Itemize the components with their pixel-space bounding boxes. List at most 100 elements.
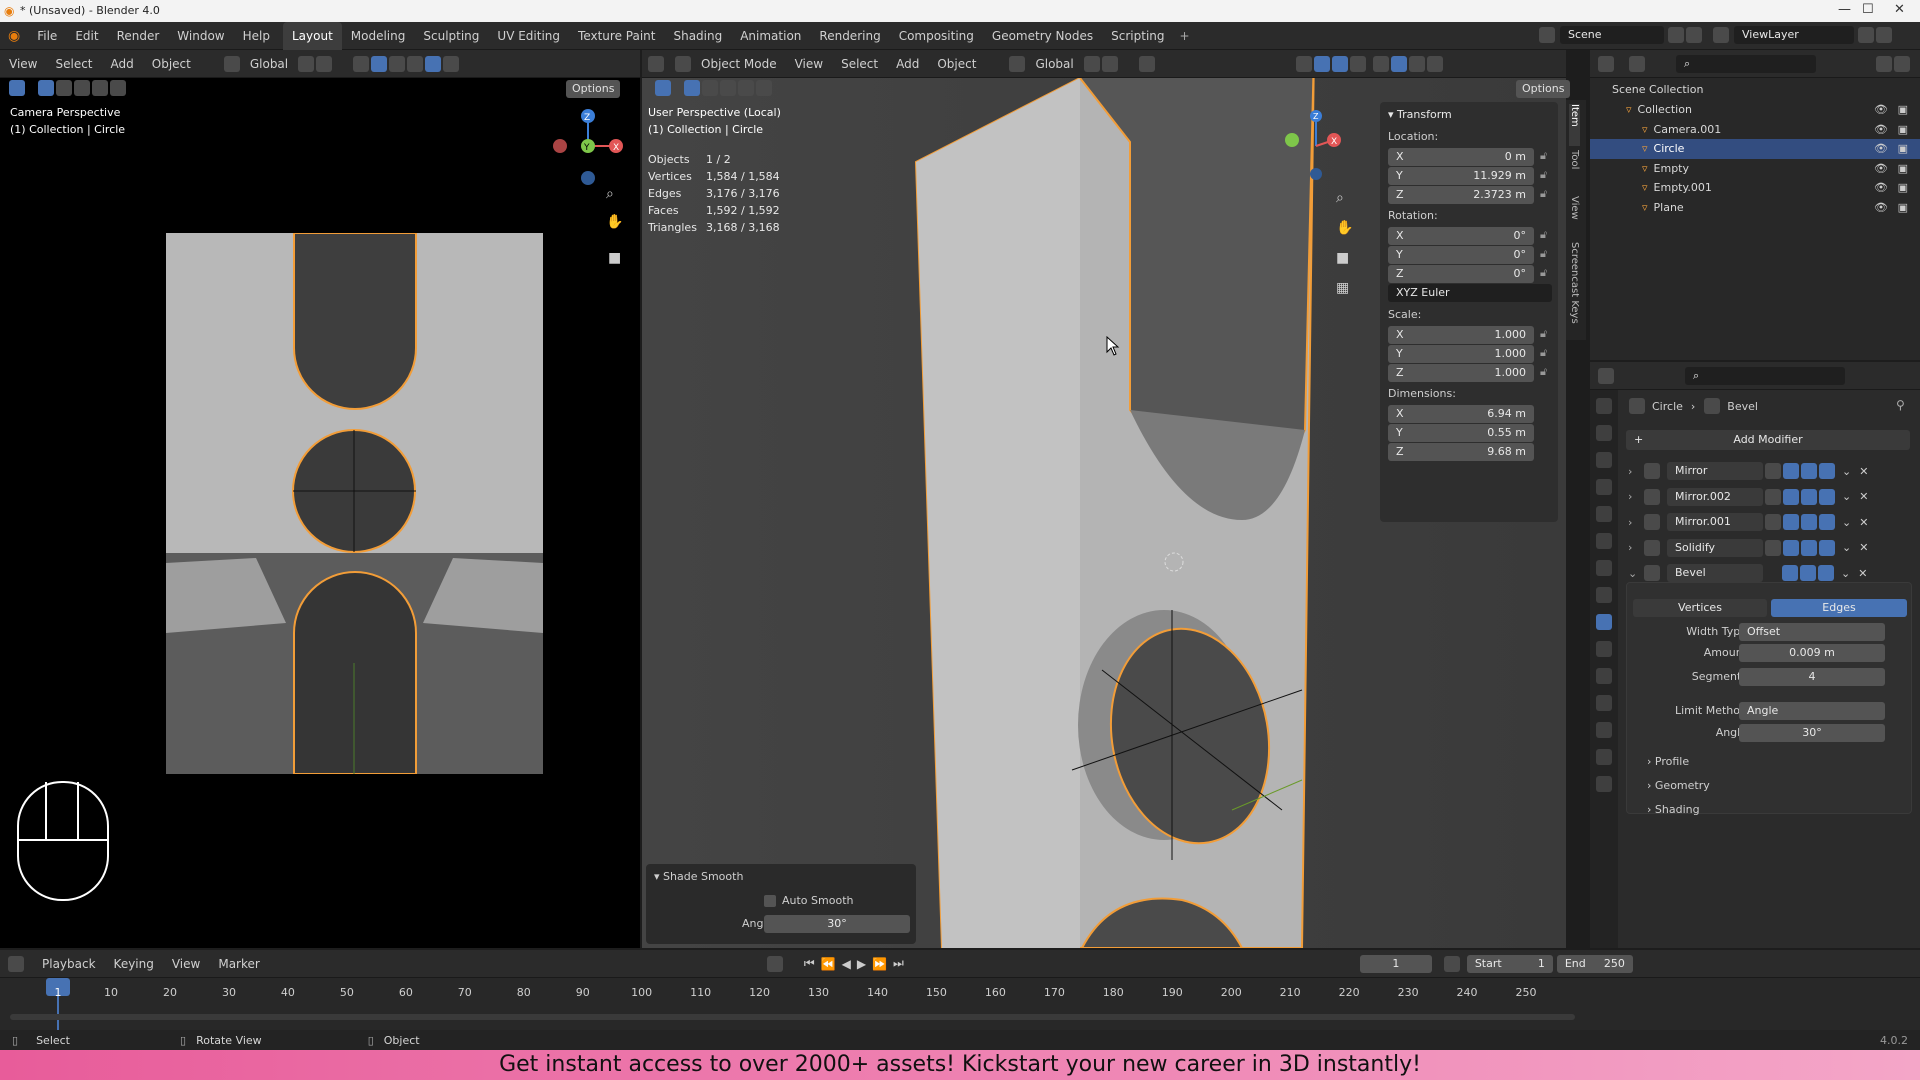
select-intersect-icon[interactable]: [110, 80, 126, 96]
snap-icon[interactable]: [316, 55, 333, 72]
jump-start-icon[interactable]: ⏮: [804, 956, 815, 971]
workspace-tab-modeling[interactable]: Modeling: [342, 22, 415, 50]
outliner-editor-icon[interactable]: [1598, 55, 1614, 72]
camera-menu-view[interactable]: View: [0, 50, 46, 78]
current-frame-field[interactable]: 1: [1359, 954, 1432, 973]
render-icon[interactable]: [1819, 488, 1835, 505]
zoom-view-icon[interactable]: ⌕: [1336, 190, 1356, 220]
modifier-menu-icon[interactable]: ⌄: [1841, 567, 1850, 580]
select-subtract-icon[interactable]: [74, 80, 90, 96]
camera-options-button[interactable]: Options: [566, 80, 621, 98]
orientation-dropdown[interactable]: Global: [241, 50, 297, 78]
modifier-menu-icon[interactable]: ⌄: [1842, 516, 1851, 529]
location-z-field[interactable]: Z 2.3723 m: [1388, 186, 1534, 204]
n-panel-tab-screencast-keys[interactable]: Screencast Keys: [1569, 242, 1580, 361]
ortho-toggle-icon[interactable]: ▦: [1336, 280, 1356, 310]
workspace-tab-scripting[interactable]: Scripting: [1102, 22, 1173, 50]
amount-field[interactable]: 0.009 m: [1739, 644, 1885, 662]
lock-icon[interactable]: 🔓︎: [1540, 247, 1547, 261]
lock-icon[interactable]: 🔓︎: [1540, 187, 1547, 201]
editor-type-icon[interactable]: [648, 55, 664, 72]
properties-editor-icon[interactable]: [1598, 367, 1614, 384]
location-x-field[interactable]: X 0 m: [1388, 148, 1534, 166]
viewport-menu-object[interactable]: Object: [928, 50, 985, 78]
new-view-layer-icon[interactable]: [1858, 27, 1874, 43]
eye-icon[interactable]: 👁︎: [1874, 178, 1888, 198]
render-properties-icon[interactable]: [1596, 425, 1612, 441]
close-icon[interactable]: ✕: [1894, 2, 1905, 17]
camera-render-icon[interactable]: ▣: [1898, 120, 1908, 140]
main-select-tool-icon[interactable]: [655, 80, 671, 96]
menu-window[interactable]: Window: [168, 22, 233, 50]
scale-z-field[interactable]: Z 1.000: [1388, 364, 1534, 382]
outliner-item-collection[interactable]: ▿ Collection 👁︎ ▣: [1590, 100, 1920, 120]
bevel-edges-tab[interactable]: Edges: [1771, 599, 1907, 617]
render-icon[interactable]: [1818, 565, 1834, 581]
viewport-menu-select[interactable]: Select: [832, 50, 887, 78]
collapse-icon[interactable]: ⌄: [1628, 567, 1642, 580]
navigation-gizmo[interactable]: Z X Y ⌕ ✋: [546, 106, 630, 236]
bevel-vertices-tab[interactable]: Vertices: [1633, 599, 1767, 617]
edit-mode-icon[interactable]: [1783, 539, 1799, 556]
edit-mode-icon[interactable]: [1783, 488, 1799, 505]
properties-search[interactable]: ⌕: [1685, 366, 1845, 385]
pivot-point-icon[interactable]: [1083, 55, 1100, 72]
maximize-icon[interactable]: ☐: [1862, 2, 1874, 17]
modifier-mirror-001[interactable]: › Mirror.001 ⌄ ✕: [1628, 511, 1910, 533]
data-properties-icon[interactable]: [1596, 722, 1612, 738]
camera-render-icon[interactable]: ▣: [1898, 159, 1908, 179]
world-properties-icon[interactable]: [1596, 533, 1612, 549]
edit-mode-icon[interactable]: [1783, 463, 1799, 479]
workspace-tab-texture-paint[interactable]: Texture Paint: [569, 22, 664, 50]
on-cage-icon[interactable]: [1765, 463, 1781, 479]
subpanel-shading[interactable]: › Shading: [1647, 803, 1700, 816]
new-collection-icon[interactable]: [1894, 55, 1910, 72]
add-modifier-button[interactable]: + Add Modifier: [1626, 430, 1910, 450]
realtime-icon[interactable]: [1801, 488, 1817, 505]
eye-icon[interactable]: 👁︎: [1874, 198, 1888, 218]
blender-menu-icon[interactable]: ◉: [0, 28, 28, 44]
remove-modifier-icon[interactable]: ✕: [1859, 490, 1868, 503]
on-cage-icon[interactable]: [1765, 488, 1781, 505]
render-icon[interactable]: [1819, 463, 1835, 479]
select-box-icon[interactable]: [38, 80, 54, 96]
lock-icon[interactable]: 🔓︎: [1540, 168, 1547, 182]
filter-icon[interactable]: [1876, 55, 1892, 72]
transform-panel-title[interactable]: ▾ Transform: [1388, 108, 1452, 121]
shade-smooth-title[interactable]: ▾ Shade Smooth: [654, 870, 743, 883]
dimensions-z-field[interactable]: Z 9.68 m: [1388, 443, 1534, 461]
on-cage-icon[interactable]: [1765, 514, 1781, 530]
dimensions-x-field[interactable]: X 6.94 m: [1388, 405, 1534, 423]
solid-icon[interactable]: [1390, 55, 1407, 72]
preview-range-icon[interactable]: [1443, 955, 1460, 972]
main-options-button[interactable]: Options: [1516, 80, 1571, 98]
scene-icon[interactable]: [1539, 27, 1555, 43]
lock-icon[interactable]: 🔓︎: [1540, 346, 1547, 360]
segments-field[interactable]: 4: [1739, 668, 1885, 686]
n-panel-tab-view[interactable]: View: [1569, 196, 1580, 238]
remove-modifier-icon[interactable]: ✕: [1859, 465, 1868, 478]
material-preview-icon[interactable]: [1408, 55, 1425, 72]
width-type-dropdown[interactable]: Offset: [1739, 623, 1885, 641]
timeline-scrollbar[interactable]: [10, 1014, 1575, 1020]
eye-icon[interactable]: 👁︎: [1874, 120, 1888, 140]
modifier-name-field[interactable]: Mirror.002: [1667, 487, 1763, 506]
end-frame-field[interactable]: End 250: [1556, 954, 1633, 973]
select-invert-icon[interactable]: [92, 80, 108, 96]
outliner-item-empty[interactable]: ▿ Empty 👁︎ ▣: [1590, 159, 1920, 179]
outliner-item-plane[interactable]: ▿ Plane 👁︎ ▣: [1590, 198, 1920, 218]
modifier-solidify[interactable]: › Solidify ⌄ ✕: [1628, 537, 1910, 559]
modifier-bevel[interactable]: ⌄ Bevel ⌄ ✕: [1628, 562, 1910, 584]
lock-icon[interactable]: 🔓︎: [1540, 149, 1547, 163]
modifier-menu-icon[interactable]: ⌄: [1842, 541, 1851, 554]
eye-icon[interactable]: 👁︎: [1874, 100, 1888, 120]
main-select-box-icon[interactable]: [684, 80, 700, 96]
play-reverse-icon[interactable]: ◀: [842, 957, 851, 971]
timeline[interactable]: Playback Keying View Marker ⏮ ⏪ ◀ ▶ ⏩ ⏭ 1 S…: [0, 950, 1920, 1030]
mode-dropdown[interactable]: Object Mode: [692, 50, 786, 78]
realtime-icon[interactable]: [1800, 565, 1816, 581]
scale-x-field[interactable]: X 1.000: [1388, 326, 1534, 344]
render-icon[interactable]: [1819, 514, 1835, 530]
subpanel-geometry[interactable]: › Geometry: [1647, 779, 1710, 792]
visibility-icon[interactable]: [353, 55, 370, 72]
